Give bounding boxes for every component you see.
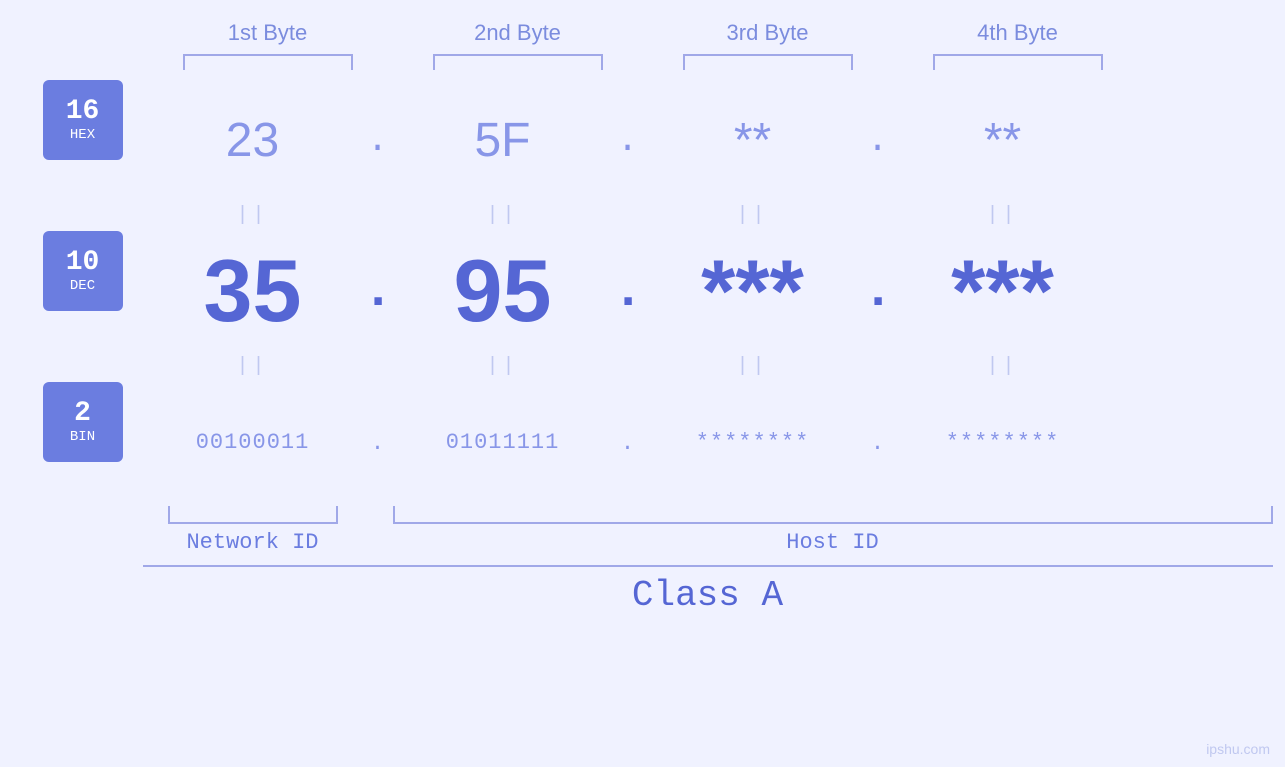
watermark: ipshu.com — [1206, 741, 1270, 757]
byte-header-3: 3rd Byte — [658, 20, 878, 46]
hex-byte-2: 5F — [393, 113, 613, 168]
bin-row-container: 2 BIN 00100011 . 01011111 . ******** . — [13, 382, 1273, 502]
bottom-brackets-container: Network ID Host ID — [13, 506, 1273, 555]
bin-badge: 2 BIN — [43, 382, 123, 462]
bin-dot-1: . — [363, 427, 393, 458]
bin-badge-container: 2 BIN — [13, 382, 143, 502]
byte-header-2: 2nd Byte — [408, 20, 628, 46]
bin-byte-3: ******** — [643, 430, 863, 455]
hex-badge-container: 16 HEX — [13, 80, 143, 200]
dec-byte-2: 95 — [393, 247, 613, 335]
bin-byte-4: ******** — [893, 430, 1113, 455]
dec-values-row: 35 . 95 . *** . *** — [143, 247, 1243, 335]
class-label: Class A — [143, 575, 1273, 616]
dec-dot-2: . — [613, 262, 643, 321]
top-bracket-3 — [658, 54, 878, 70]
class-label-container: Class A — [13, 575, 1273, 616]
hex-values-row: 23 . 5F . ** . ** — [143, 113, 1243, 168]
host-id-label: Host ID — [786, 530, 878, 555]
byte-header-1: 1st Byte — [158, 20, 378, 46]
dec-byte-3: *** — [643, 247, 863, 335]
hex-byte-4: ** — [893, 113, 1113, 168]
top-bracket-4 — [908, 54, 1128, 70]
bin-byte-1: 00100011 — [143, 430, 363, 455]
dec-badge-container: 10 DEC — [13, 231, 143, 351]
bin-dot-2: . — [613, 427, 643, 458]
bin-byte-2: 01011111 — [393, 430, 613, 455]
hex-dot-2: . — [613, 120, 643, 161]
dec-dot-3: . — [863, 262, 893, 321]
hex-dot-1: . — [363, 120, 393, 161]
network-id-label: Network ID — [186, 530, 318, 555]
full-bottom-bracket — [13, 565, 1273, 567]
top-bracket-1 — [158, 54, 378, 70]
equals-row-2: || || || || — [13, 355, 1273, 378]
hex-byte-3: ** — [643, 113, 863, 168]
byte-headers-row: 1st Byte 2nd Byte 3rd Byte 4th Byte — [158, 20, 1258, 46]
equals-row-1: || || || || — [13, 204, 1273, 227]
hex-row-container: 16 HEX 23 . 5F . ** . ** — [13, 80, 1273, 200]
equals-inner-2: || || || || — [143, 355, 1243, 378]
host-id-bracket: Host ID — [393, 506, 1273, 555]
dec-badge: 10 DEC — [43, 231, 123, 311]
dec-byte-1: 35 — [143, 247, 363, 335]
hex-byte-1: 23 — [143, 113, 363, 168]
network-id-bracket: Network ID — [143, 506, 363, 555]
main-container: 1st Byte 2nd Byte 3rd Byte 4th Byte — [0, 0, 1285, 767]
equals-inner-1: || || || || — [143, 204, 1243, 227]
hex-dot-3: . — [863, 120, 893, 161]
bin-values-row: 00100011 . 01011111 . ******** . *******… — [143, 427, 1243, 458]
top-brackets-row — [158, 54, 1258, 70]
byte-header-4: 4th Byte — [908, 20, 1128, 46]
dec-row-container: 10 DEC 35 . 95 . *** . *** — [13, 231, 1273, 351]
top-bracket-2 — [408, 54, 628, 70]
hex-badge: 16 HEX — [43, 80, 123, 160]
dec-dot-1: . — [363, 262, 393, 321]
bin-dot-3: . — [863, 427, 893, 458]
dec-byte-4: *** — [893, 247, 1113, 335]
